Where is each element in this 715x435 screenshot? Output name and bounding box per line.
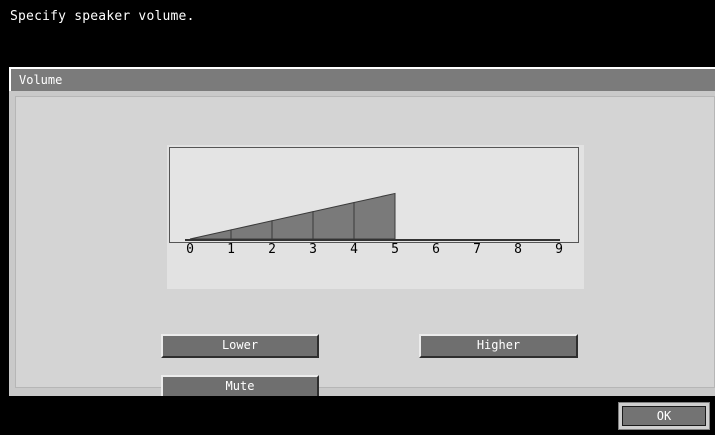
scale-label-1: 1 (227, 242, 235, 257)
panel-title: Volume (19, 73, 63, 87)
ok-button[interactable]: OK (618, 402, 710, 430)
panel-titlebar: Volume (9, 67, 715, 91)
scale-label-3: 3 (309, 242, 317, 257)
volume-panel: Volume 0123456789 Lower Higher Mute (9, 67, 715, 399)
status-bar (0, 396, 715, 435)
volume-gauge: 0 1 2 3 4 5 6 7 8 9 (167, 145, 584, 289)
scale-label-0: 0 (186, 242, 194, 257)
ok-button-label: OK (622, 406, 706, 426)
volume-gauge-graphic (169, 147, 579, 243)
scale-label-6: 6 (432, 242, 440, 257)
scale-label-2: 2 (268, 242, 276, 257)
scale-label-8: 8 (514, 242, 522, 257)
scale-label-4: 4 (350, 242, 358, 257)
scale-label-9: 9 (555, 242, 563, 257)
instruction-text: Specify speaker volume. (10, 9, 195, 24)
lower-button[interactable]: Lower (161, 334, 319, 358)
higher-button[interactable]: Higher (419, 334, 578, 358)
scale-label-7: 7 (473, 242, 481, 257)
scale-label-5: 5 (391, 242, 399, 257)
panel-body: 0123456789 Lower Higher Mute (15, 96, 715, 399)
